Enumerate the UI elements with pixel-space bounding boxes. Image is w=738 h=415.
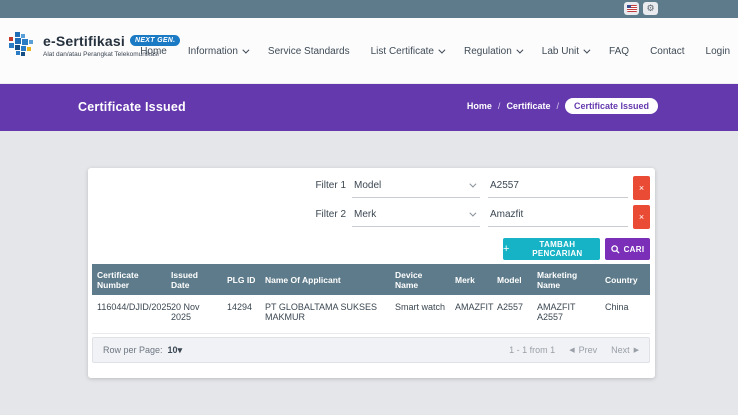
breadcrumb-certificate[interactable]: Certificate [506, 101, 550, 111]
table-header-row: Certificate Number Issued Date PLG ID Na… [92, 264, 650, 295]
chevron-down-icon [516, 46, 523, 53]
chevron-down-icon [438, 46, 445, 53]
nav-item-information[interactable]: Information [188, 46, 247, 57]
cell-marketing-name: AMAZFIT A2557 [532, 295, 600, 333]
nav-item-home[interactable]: Home [140, 46, 167, 57]
breadcrumb-current: Certificate Issued [565, 98, 658, 114]
pagination-bar: Row per Page: 10▾ 1 - 1 from 1 ◀ Prev Ne… [92, 337, 650, 363]
cell-country: China [600, 295, 650, 333]
brand-mosaic-icon [8, 31, 36, 59]
chevron-down-icon [583, 46, 590, 53]
main-nav: e-Sertifikasi NEXT GEN. Alat dan/atau Pe… [0, 18, 738, 84]
nav-items: Home Information Service Standards List … [140, 18, 730, 84]
rows-per-page: Row per Page: 10▾ [103, 345, 182, 356]
col-country: Country [600, 264, 650, 295]
filter-2-value-input[interactable] [488, 205, 628, 227]
filter-1-value-input[interactable] [488, 176, 628, 198]
close-icon: × [639, 183, 644, 193]
col-model: Model [492, 264, 532, 295]
col-device-name: Device Name [390, 264, 450, 295]
breadcrumb-separator: / [498, 101, 501, 111]
nav-item-list-certificate[interactable]: List Certificate [371, 46, 443, 57]
chevron-down-icon [469, 180, 476, 187]
nav-item-service-standards[interactable]: Service Standards [268, 46, 350, 57]
rows-per-page-select[interactable]: 10▾ [168, 345, 183, 356]
prev-page-button[interactable]: ◀ Prev [569, 345, 597, 355]
col-marketing-name: Marketing Name [532, 264, 600, 295]
topbar-actions: ⚙ [624, 2, 658, 15]
next-page-button[interactable]: Next ▶ [611, 345, 639, 355]
nav-item-lab-unit[interactable]: Lab Unit [542, 46, 588, 57]
filter-2-field-value: Merk [354, 209, 376, 220]
next-arrow-icon: ▶ [634, 346, 639, 354]
chevron-down-icon [469, 209, 476, 216]
pagination-controls: 1 - 1 from 1 ◀ Prev Next ▶ [509, 345, 639, 355]
certificate-issued-card: Filter 1 Model × Filter 2 Merk × + TAMBA… [88, 168, 655, 378]
breadcrumb-separator: / [556, 101, 559, 111]
rows-per-page-label: Row per Page: [103, 345, 163, 355]
cell-certificate-number: 116044/DJID/2025 [92, 295, 166, 333]
table-row[interactable]: 116044/DJID/2025 20 Nov 2025 14294 PT GL… [92, 295, 650, 333]
col-plg-id: PLG ID [222, 264, 260, 295]
cell-issued-date: 20 Nov 2025 [166, 295, 222, 333]
prev-arrow-icon: ◀ [569, 346, 574, 354]
search-icon [611, 245, 620, 254]
plus-icon: + [503, 243, 510, 255]
filter-1-field-value: Model [354, 180, 381, 191]
nav-item-faq[interactable]: FAQ [609, 46, 629, 57]
close-icon: × [639, 212, 644, 222]
filter-2-label: Filter 2 [286, 209, 346, 220]
cell-device-name: Smart watch [390, 295, 450, 333]
cell-plg-id: 14294 [222, 295, 260, 333]
filter-1-field-select[interactable]: Model [352, 176, 480, 198]
col-certificate-number: Certificate Number [92, 264, 166, 295]
us-flag-icon [627, 5, 637, 12]
pagination-range: 1 - 1 from 1 [509, 345, 555, 355]
page-title: Certificate Issued [78, 100, 186, 114]
page-header: Certificate Issued Home / Certificate / … [0, 84, 738, 131]
cell-merk: AMAZFIT [450, 295, 492, 333]
col-issued-date: Issued Date [166, 264, 222, 295]
nav-item-login[interactable]: Login [706, 46, 730, 57]
nav-item-regulation[interactable]: Regulation [464, 46, 521, 57]
cell-name-of-applicant: PT GLOBALTAMA SUKSES MAKMUR [260, 295, 390, 333]
cari-button[interactable]: CARI [605, 238, 650, 260]
breadcrumb: Home / Certificate / Certificate Issued [467, 98, 658, 114]
breadcrumb-home[interactable]: Home [467, 101, 492, 111]
top-utility-bar: ⚙ [0, 0, 738, 18]
filter-2-field-select[interactable]: Merk [352, 205, 480, 227]
brand-title: e-Sertifikasi [43, 33, 125, 49]
gear-icon: ⚙ [646, 4, 654, 13]
caret-down-icon: ▾ [178, 345, 183, 355]
filter-1-label: Filter 1 [286, 180, 346, 191]
filter-2-clear-button[interactable]: × [633, 205, 650, 229]
cell-model: A2557 [492, 295, 532, 333]
chevron-down-icon [242, 46, 249, 53]
col-merk: Merk [450, 264, 492, 295]
col-name-of-applicant: Name Of Applicant [260, 264, 390, 295]
tambah-pencarian-button[interactable]: + TAMBAH PENCARIAN [503, 238, 600, 260]
nav-item-contact[interactable]: Contact [650, 46, 684, 57]
results-table: Certificate Number Issued Date PLG ID Na… [92, 264, 650, 334]
language-button[interactable] [624, 2, 639, 15]
filter-1-clear-button[interactable]: × [633, 176, 650, 200]
settings-button[interactable]: ⚙ [643, 2, 658, 15]
